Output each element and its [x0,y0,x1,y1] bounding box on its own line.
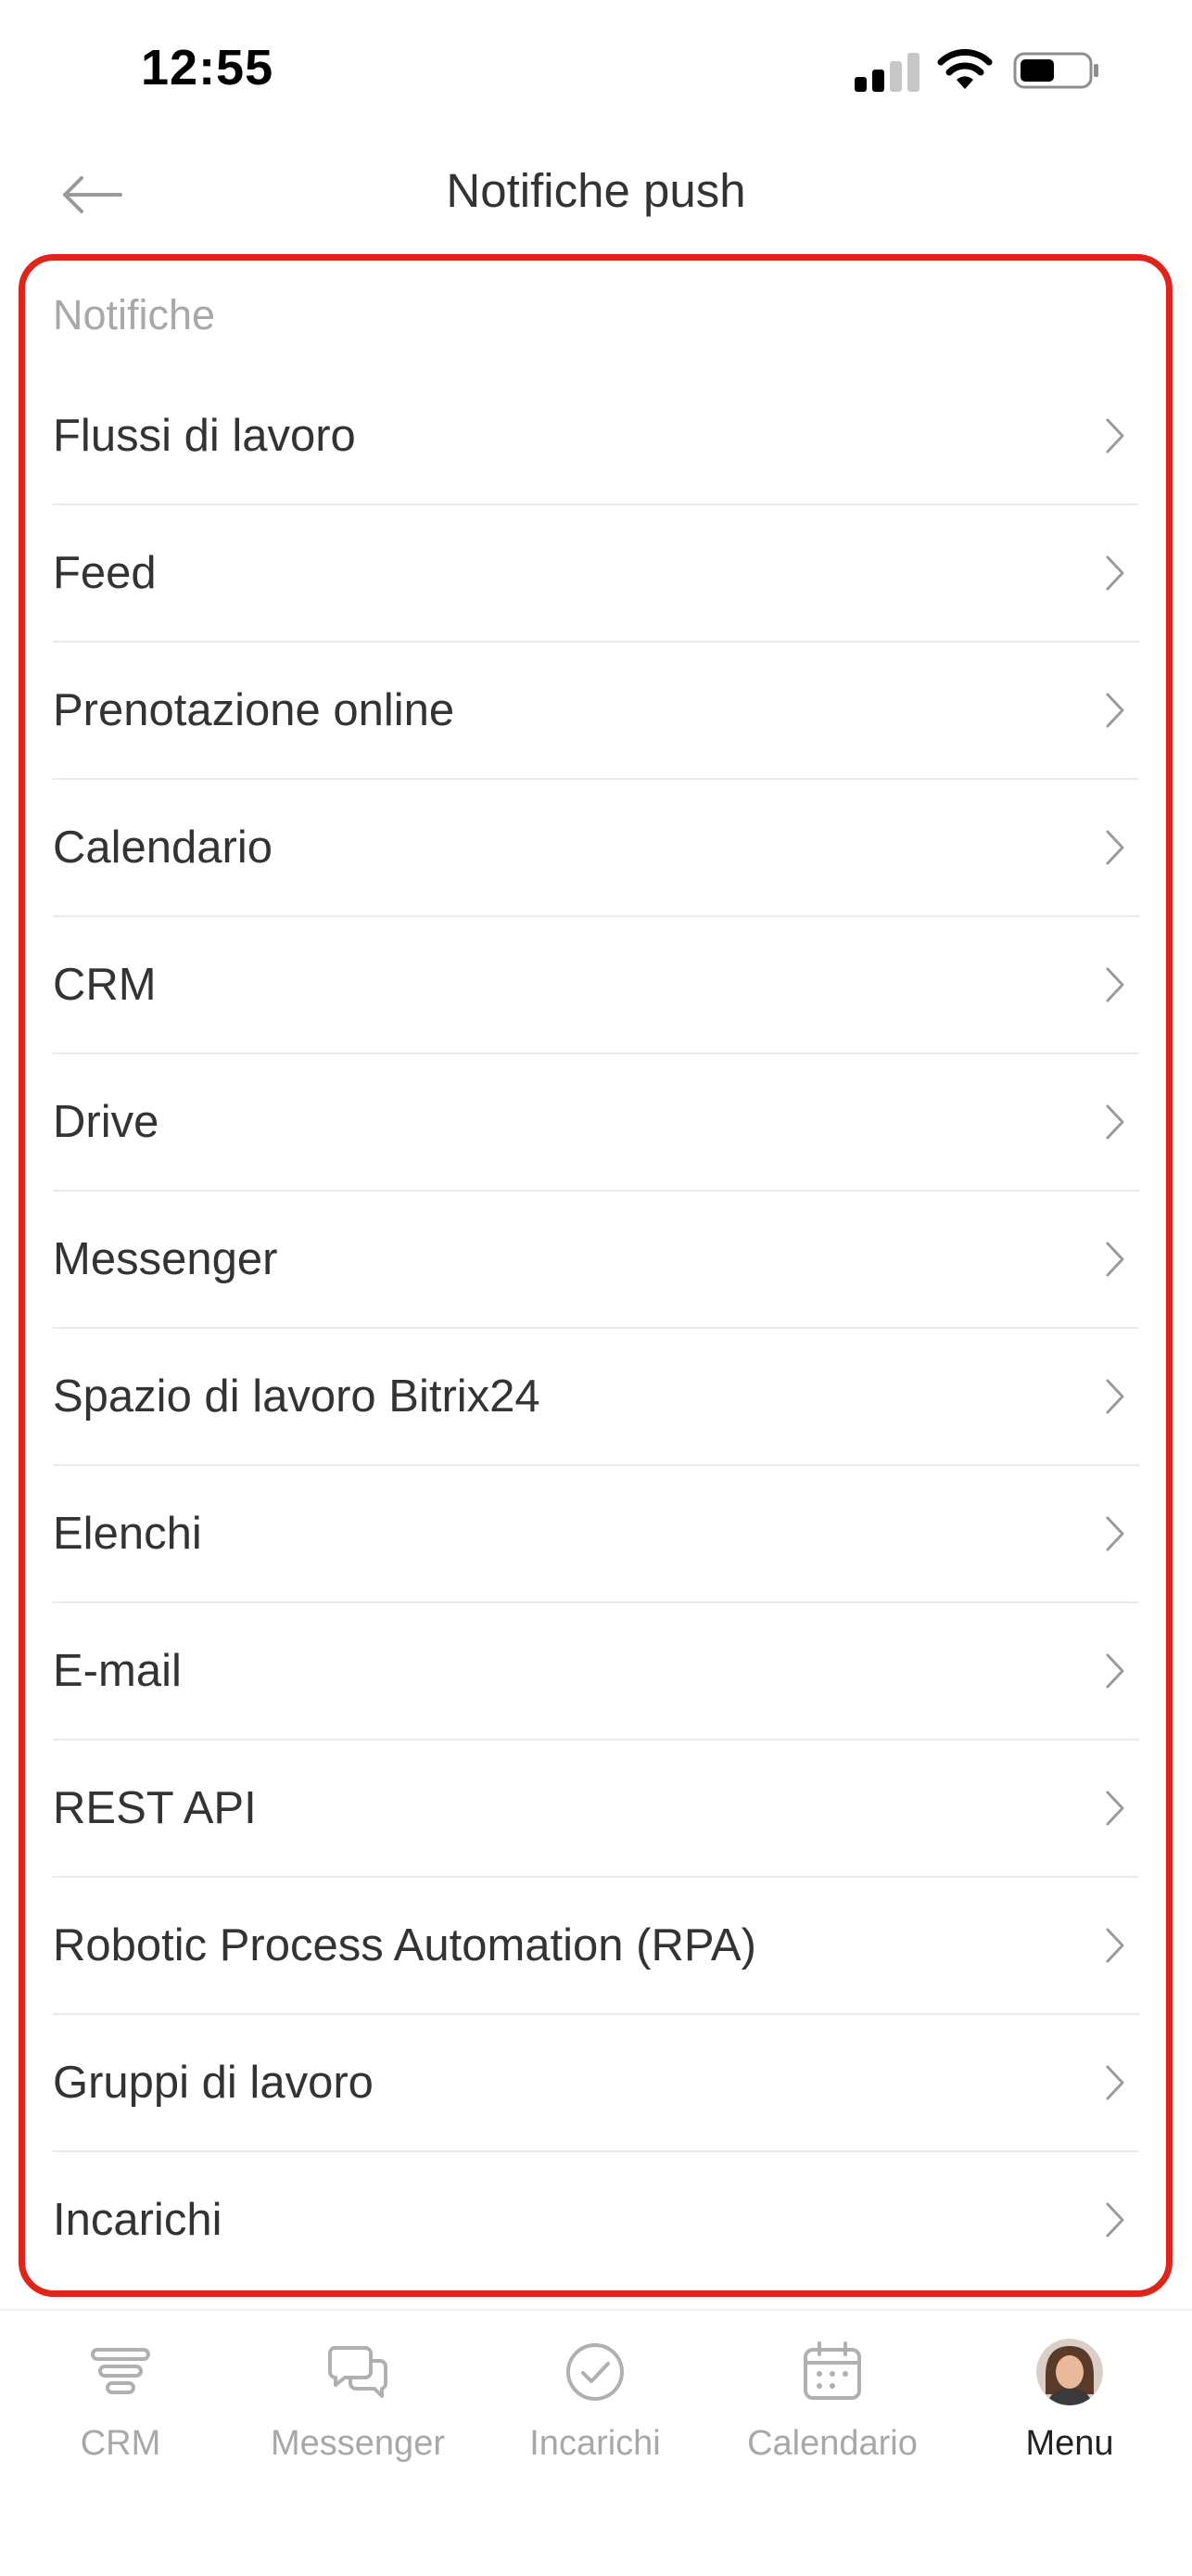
chevron-right-icon [1106,1791,1124,1826]
chevron-right-icon [1106,2065,1124,2100]
list-item-label: Drive [53,1097,159,1147]
tab-label: Calendario [747,2424,918,2463]
list-item-label: Robotic Process Automation (RPA) [53,1920,756,1970]
chevron-right-icon [1106,418,1124,453]
status-bar: 12:55 [0,0,1192,139]
list-item-spazio-di-lavoro[interactable]: Spazio di lavoro Bitrix24 [53,1329,1139,1466]
tab-bar: CRM Messenger Incarichi Calendario Menu [0,2309,1192,2576]
tab-messenger[interactable]: Messenger [247,2339,469,2496]
tab-menu[interactable]: Menu [958,2339,1181,2496]
chevron-right-icon [1106,1379,1124,1414]
chevron-right-icon [1106,830,1124,865]
list-item-flussi-di-lavoro[interactable]: Flussi di lavoro [53,368,1139,505]
list-item-label: Flussi di lavoro [53,411,356,461]
list-item-rpa[interactable]: Robotic Process Automation (RPA) [53,1878,1139,2015]
status-time: 12:55 [141,40,274,96]
battery-icon [1013,52,1098,89]
list-item-label: E-mail [53,1646,182,1696]
tab-incarichi[interactable]: Incarichi [484,2339,706,2496]
calendar-icon [804,2341,861,2400]
chat-bubbles-icon [328,2346,387,2398]
tab-crm[interactable]: CRM [9,2339,232,2496]
section-title: Notifiche [53,291,216,338]
tab-label: Messenger [271,2424,445,2463]
list-item-messenger[interactable]: Messenger [53,1192,1139,1329]
wifi-icon [937,48,993,89]
list-item-label: Spazio di lavoro Bitrix24 [53,1371,540,1422]
check-circle-icon [566,2343,624,2401]
list-item-label: Incarichi [53,2195,222,2245]
chevron-right-icon [1106,2202,1124,2238]
list-item-elenchi[interactable]: Elenchi [53,1466,1139,1603]
notification-categories-list: Flussi di lavoro Feed Prenotazione onlin… [53,368,1139,2289]
list-item-label: Calendario [53,823,273,873]
tab-label: Incarichi [529,2424,661,2463]
list-item-label: Feed [53,548,157,598]
list-item-incarichi[interactable]: Incarichi [53,2152,1139,2289]
nav-bar: Notifiche push [0,139,1192,246]
list-item-gruppi-di-lavoro[interactable]: Gruppi di lavoro [53,2015,1139,2152]
tab-label: Menu [1025,2424,1114,2463]
list-item-crm[interactable]: CRM [53,917,1139,1054]
list-item-label: Messenger [53,1234,278,1284]
list-item-label: Elenchi [53,1509,202,1559]
chevron-right-icon [1106,1928,1124,1963]
chevron-right-icon [1106,967,1124,1002]
chevron-right-icon [1106,1242,1124,1277]
page-title: Notifiche push [446,164,746,217]
list-item-label: REST API [53,1783,257,1833]
list-item-prenotazione-online[interactable]: Prenotazione online [53,643,1139,780]
list-item-feed[interactable]: Feed [53,505,1139,643]
chevron-right-icon [1106,1653,1124,1689]
list-item-calendario[interactable]: Calendario [53,780,1139,917]
chevron-right-icon [1106,555,1124,591]
list-item-label: Prenotazione online [53,685,455,735]
list-item-e-mail[interactable]: E-mail [53,1603,1139,1741]
list-item-drive[interactable]: Drive [53,1054,1139,1192]
tab-label: CRM [80,2424,161,2463]
chevron-right-icon [1106,1104,1124,1140]
tab-calendario[interactable]: Calendario [721,2339,944,2496]
crm-funnel-icon [91,2348,150,2394]
list-item-label: CRM [53,960,157,1010]
chevron-right-icon [1106,693,1124,728]
chevron-right-icon [1106,1516,1124,1551]
list-item-rest-api[interactable]: REST API [53,1741,1139,1878]
cellular-signal-icon [855,51,919,92]
avatar [1036,2339,1103,2405]
notification-settings-screen: 12:55 Notifiche push Notifiche Flussi di… [0,0,1192,2576]
list-item-label: Gruppi di lavoro [53,2058,374,2108]
